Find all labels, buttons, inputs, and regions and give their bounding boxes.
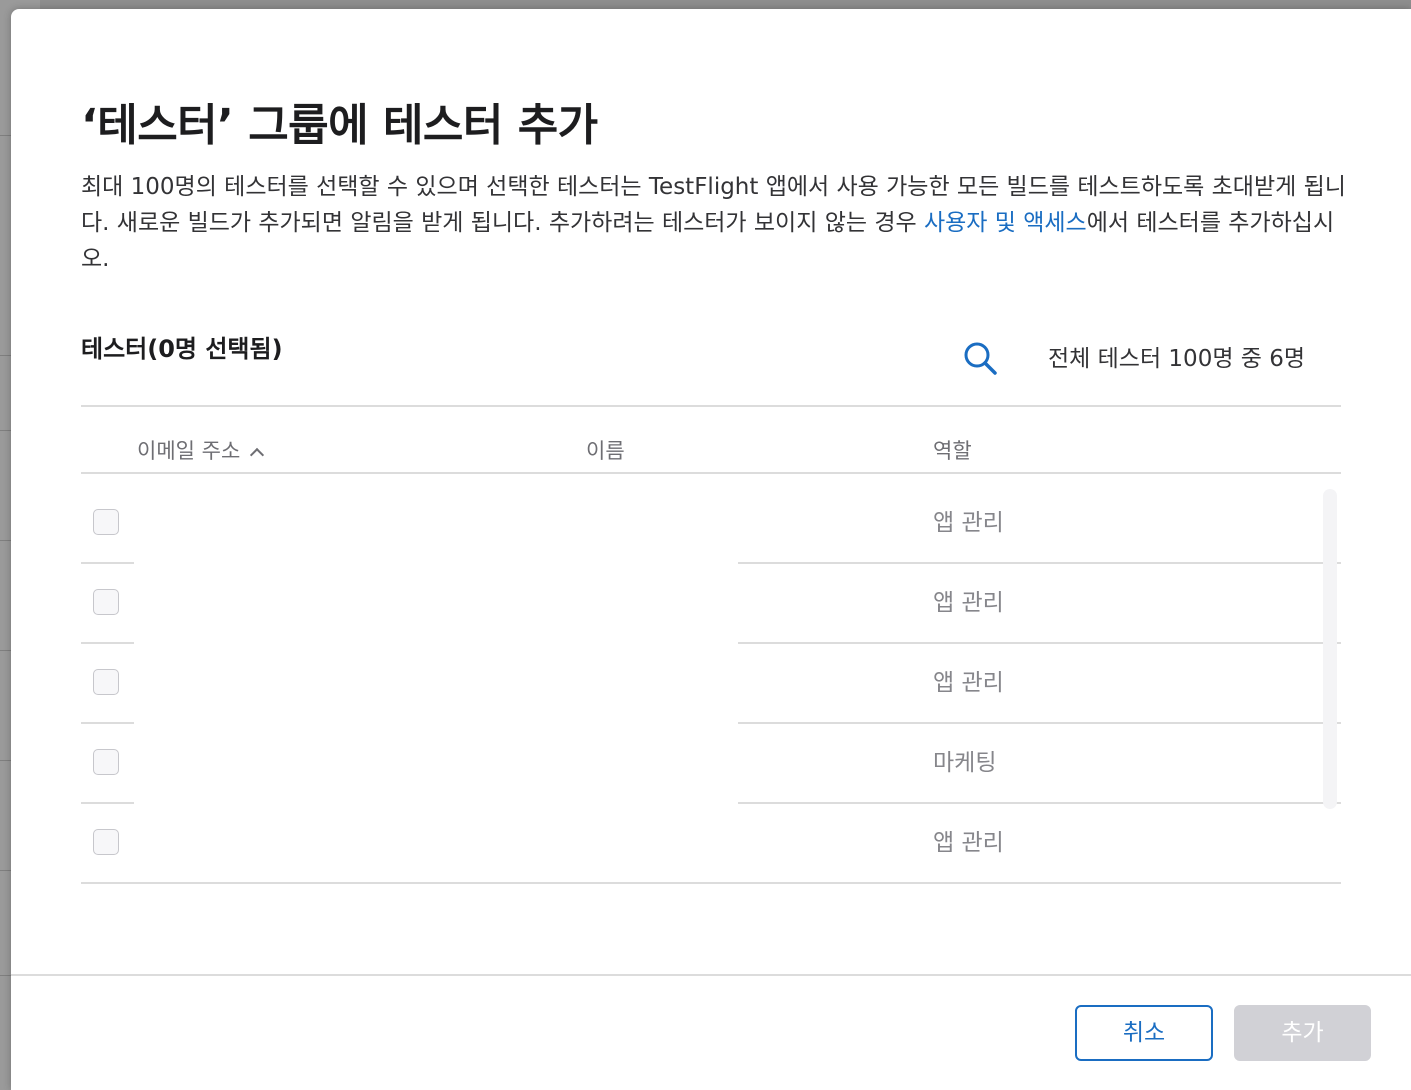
row-role: 앱 관리 bbox=[933, 830, 1004, 856]
row-checkbox[interactable] bbox=[93, 589, 119, 615]
column-header-role[interactable]: 역할 bbox=[933, 435, 972, 465]
column-header-email-label: 이메일 주소 bbox=[137, 439, 241, 463]
add-button[interactable]: 추가 bbox=[1234, 1005, 1371, 1061]
users-and-access-link[interactable]: 사용자 및 액세스 bbox=[924, 210, 1087, 236]
table-header-border bbox=[81, 472, 1341, 474]
column-header-name[interactable]: 이름 bbox=[586, 435, 625, 465]
add-testers-dialog: ‘테스터’ 그룹에 테스터 추가 최대 100명의 테스터를 선택할 수 있으며… bbox=[11, 9, 1411, 1090]
table-row[interactable]: 앱 관리 bbox=[81, 563, 1341, 643]
tester-count-text: 전체 테스터 100명 중 6명 bbox=[1048, 346, 1306, 372]
table-bottom-border bbox=[81, 882, 1341, 884]
row-checkbox[interactable] bbox=[93, 749, 119, 775]
column-header-email[interactable]: 이메일 주소 bbox=[137, 435, 265, 465]
footer-divider bbox=[11, 974, 1411, 976]
row-checkbox[interactable] bbox=[93, 669, 119, 695]
row-checkbox[interactable] bbox=[93, 829, 119, 855]
cancel-button[interactable]: 취소 bbox=[1075, 1005, 1213, 1061]
table-row[interactable]: 앱 관리 bbox=[81, 483, 1341, 563]
table-row[interactable]: 앱 관리 bbox=[81, 803, 1341, 883]
search-icon[interactable] bbox=[962, 340, 998, 376]
table-scrollbar[interactable] bbox=[1323, 489, 1337, 809]
row-checkbox[interactable] bbox=[93, 509, 119, 535]
dialog-description: 최대 100명의 테스터를 선택할 수 있으며 선택한 테스터는 TestFli… bbox=[81, 169, 1346, 277]
row-role: 앱 관리 bbox=[933, 510, 1004, 536]
row-role: 마케팅 bbox=[933, 750, 997, 776]
testers-selected-label: 테스터(0명 선택됨) bbox=[81, 335, 283, 363]
row-role: 앱 관리 bbox=[933, 670, 1004, 696]
chevron-up-icon bbox=[250, 447, 265, 463]
table-row[interactable]: 앱 관리 bbox=[81, 643, 1341, 723]
table-top-border bbox=[81, 405, 1341, 407]
row-role: 앱 관리 bbox=[933, 590, 1004, 616]
testers-table: 이메일 주소 이름 역할 앱 관리 앱 관리 앱 관리 마케팅 앱 관리 bbox=[81, 405, 1341, 884]
dialog-title: ‘테스터’ 그룹에 테스터 추가 bbox=[81, 100, 598, 151]
table-row[interactable]: 마케팅 bbox=[81, 723, 1341, 803]
